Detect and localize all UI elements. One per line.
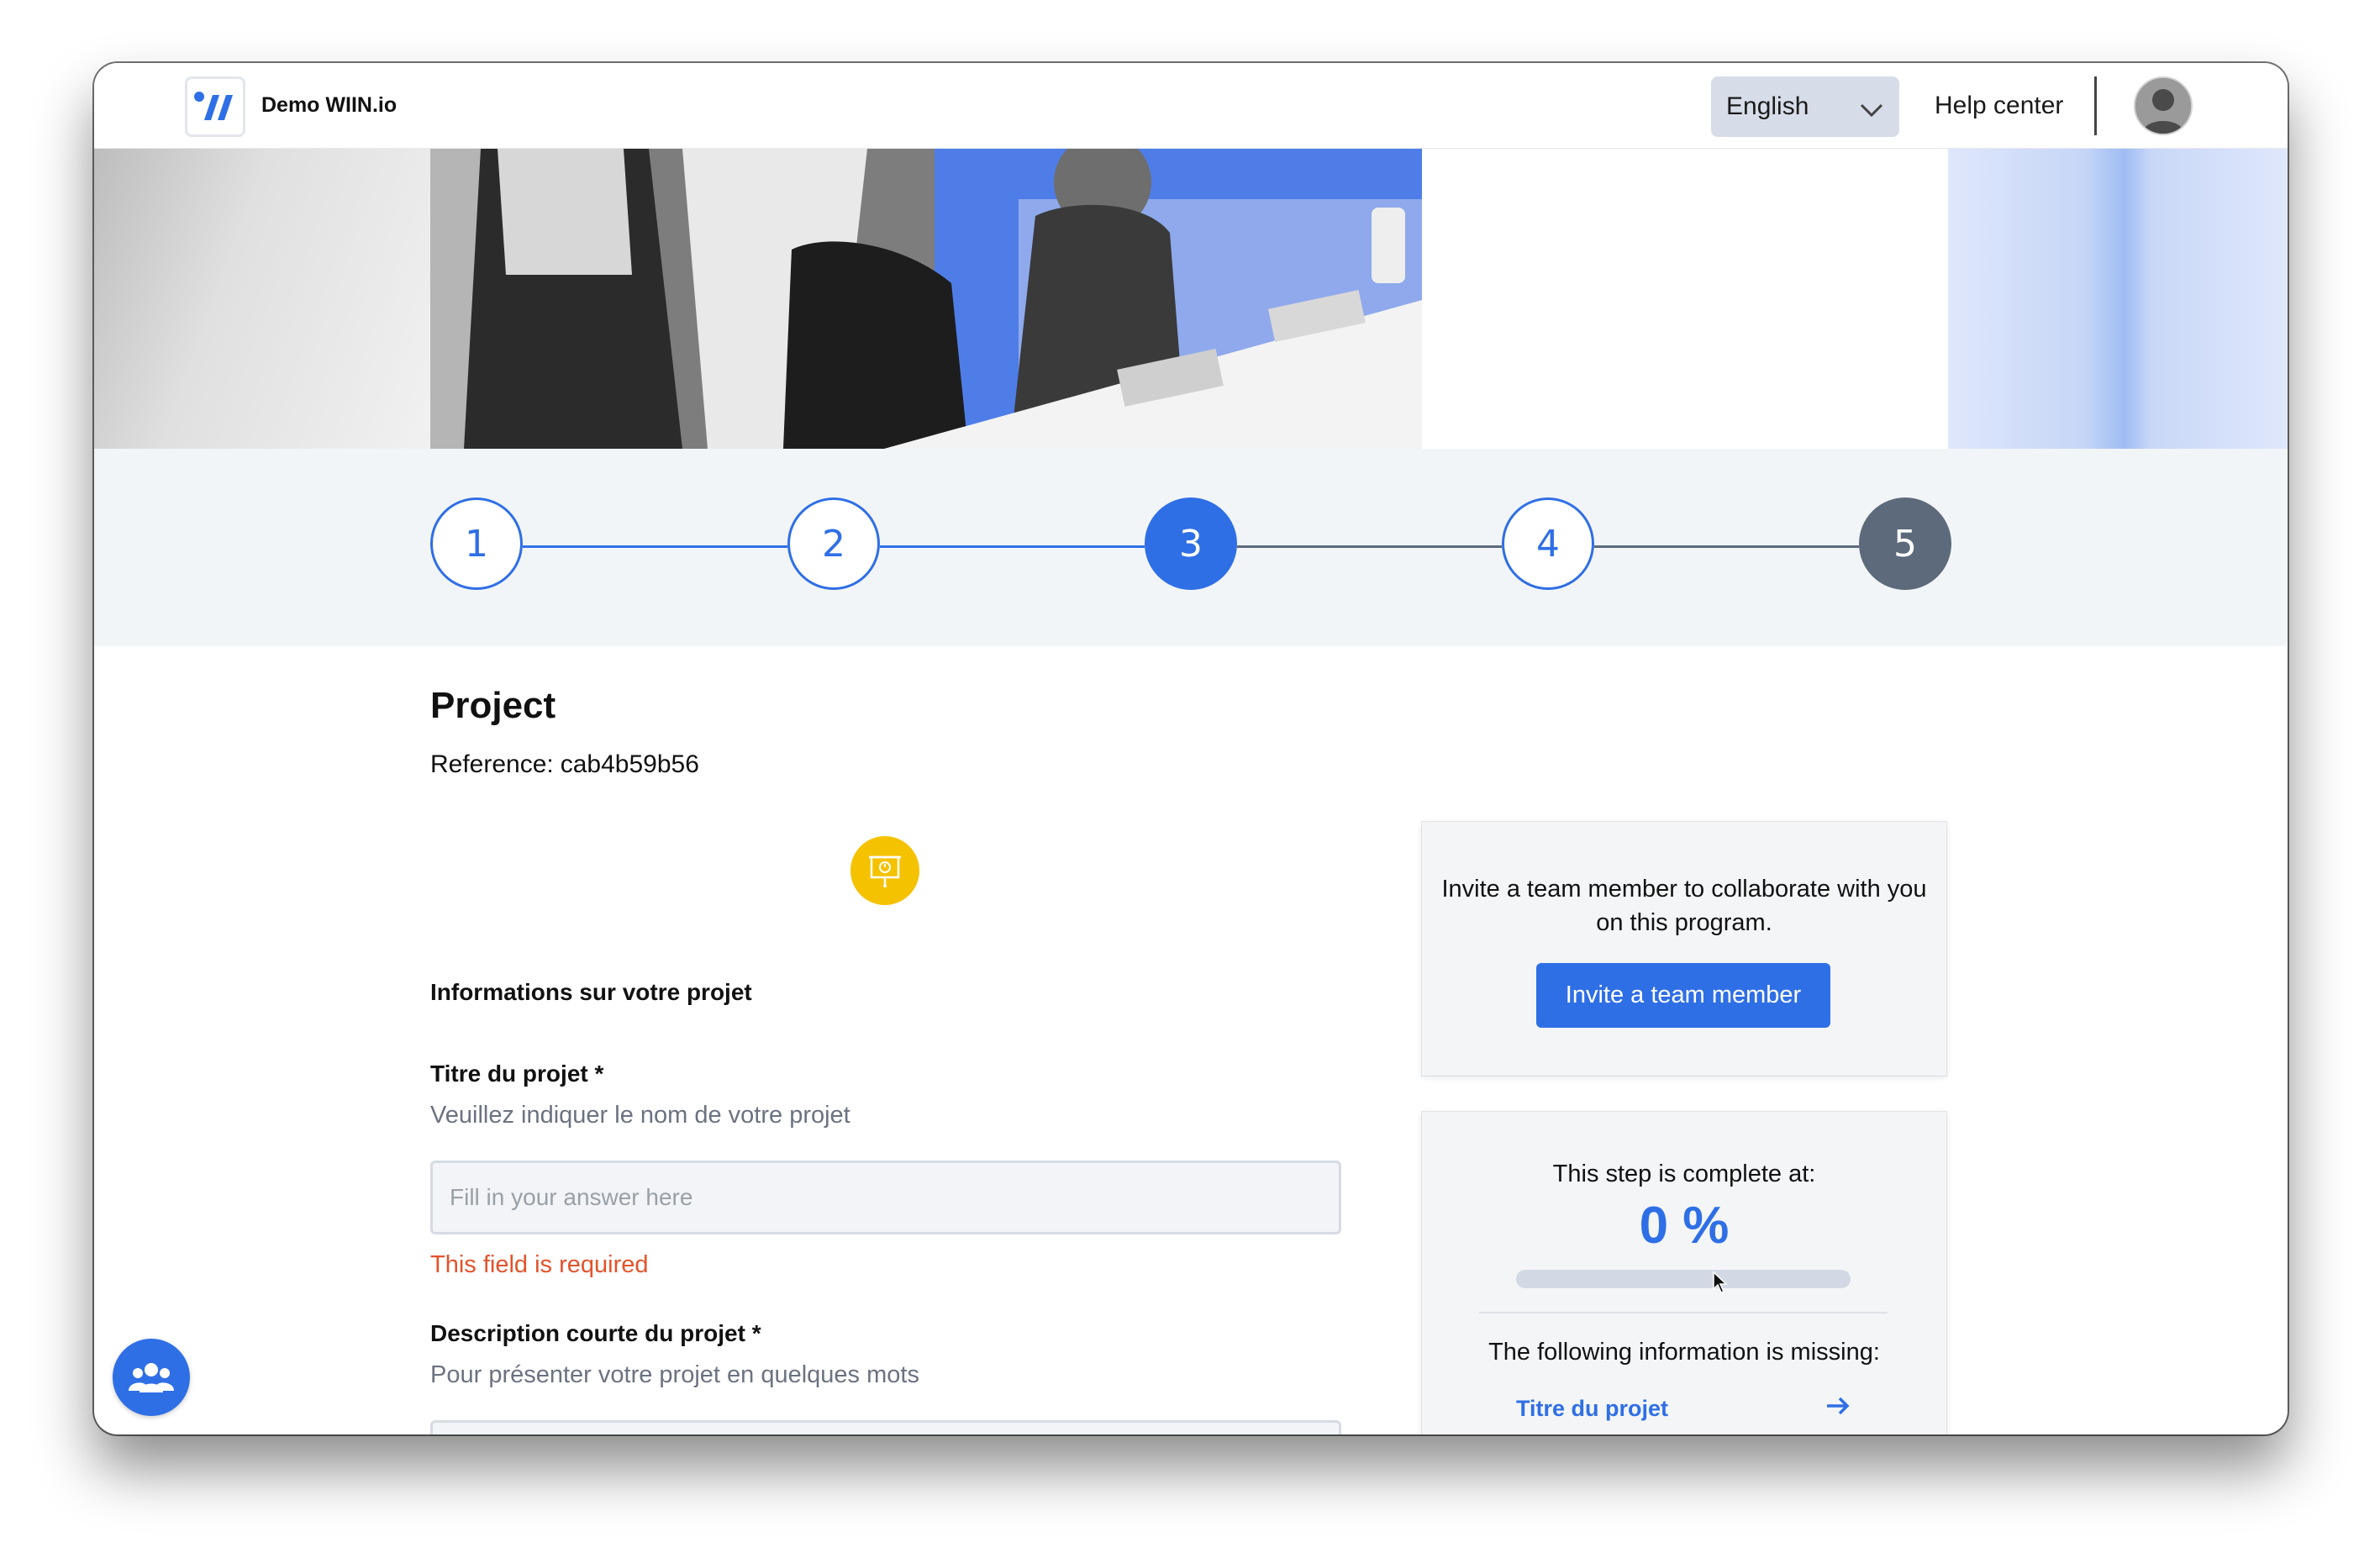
team-group-icon[interactable] xyxy=(113,1339,190,1416)
reference-value: cab4b59b56 xyxy=(560,750,699,778)
hero-right-fade xyxy=(1948,149,2288,449)
step-connector xyxy=(1594,545,1859,548)
progress-percentage: 0 % xyxy=(1639,1197,1730,1255)
help-center-link[interactable]: Help center xyxy=(1935,92,2063,120)
step-connector xyxy=(1237,545,1502,548)
progress-stepper: 1 2 3 4 5 xyxy=(94,449,2288,646)
progress-bar xyxy=(1516,1270,1851,1288)
language-select[interactable]: English xyxy=(1711,76,1899,137)
missing-info-label: The following information is missing: xyxy=(1488,1339,1880,1366)
chevron-down-icon xyxy=(1859,97,1884,125)
missing-item-label: Titre du projet xyxy=(1516,1396,1669,1421)
hero-banner xyxy=(94,149,2288,449)
user-avatar-icon[interactable] xyxy=(2134,76,2193,135)
page-title: Project xyxy=(430,685,556,726)
mouse-cursor-icon xyxy=(1712,1271,1729,1298)
presentation-board-icon xyxy=(850,836,919,905)
invite-description: Invite a team member to collaborate with… xyxy=(1441,876,1927,936)
step-2[interactable]: 2 xyxy=(787,497,880,590)
field-label-project-title: Titre du projet * xyxy=(430,1061,604,1087)
hero-left-fade xyxy=(94,149,430,449)
field-help-short-description: Pour présenter votre projet en quelques … xyxy=(430,1361,919,1388)
card-divider xyxy=(1479,1312,1888,1313)
field-label-short-description: Description courte du projet * xyxy=(430,1320,761,1346)
step-connector xyxy=(523,545,787,548)
invite-team-card: Invite a team member to collaborate with… xyxy=(1422,822,1946,1076)
project-reference: Reference: cab4b59b56 xyxy=(430,750,699,779)
step-1[interactable]: 1 xyxy=(430,497,523,590)
language-select-value: English xyxy=(1726,92,1809,120)
app-title[interactable]: Demo WIIN.io xyxy=(261,93,397,118)
hero-team-photo xyxy=(430,149,1422,449)
progress-label: This step is complete at: xyxy=(1552,1161,1816,1187)
invite-team-member-button[interactable]: Invite a team member xyxy=(1536,963,1830,1028)
step-connector xyxy=(880,545,1145,548)
header-divider xyxy=(2094,76,2097,135)
section-heading: Informations sur votre projet xyxy=(430,979,752,1005)
reference-label: Reference: xyxy=(430,750,554,778)
field-help-project-title: Veuillez indiquer le nom de votre projet xyxy=(430,1102,850,1129)
step-5-locked[interactable]: 5 xyxy=(1859,497,1951,590)
step-3-current[interactable]: 3 xyxy=(1145,497,1237,590)
project-title-input[interactable] xyxy=(430,1161,1341,1234)
top-navigation-bar: Demo WIIN.io English Help center xyxy=(94,63,2288,149)
app-window: Demo WIIN.io English Help center 1 2 3 4… xyxy=(94,63,2288,1434)
step-4[interactable]: 4 xyxy=(1502,497,1594,590)
missing-item-link[interactable]: Titre du projet xyxy=(1516,1396,1851,1422)
short-description-input[interactable] xyxy=(430,1420,1341,1434)
step-progress-card: This step is complete at: 0 % The follow… xyxy=(1422,1112,1946,1434)
field-error-project-title: This field is required xyxy=(430,1251,649,1278)
wiin-logo-icon[interactable] xyxy=(185,76,245,137)
arrow-right-icon xyxy=(1825,1396,1851,1422)
